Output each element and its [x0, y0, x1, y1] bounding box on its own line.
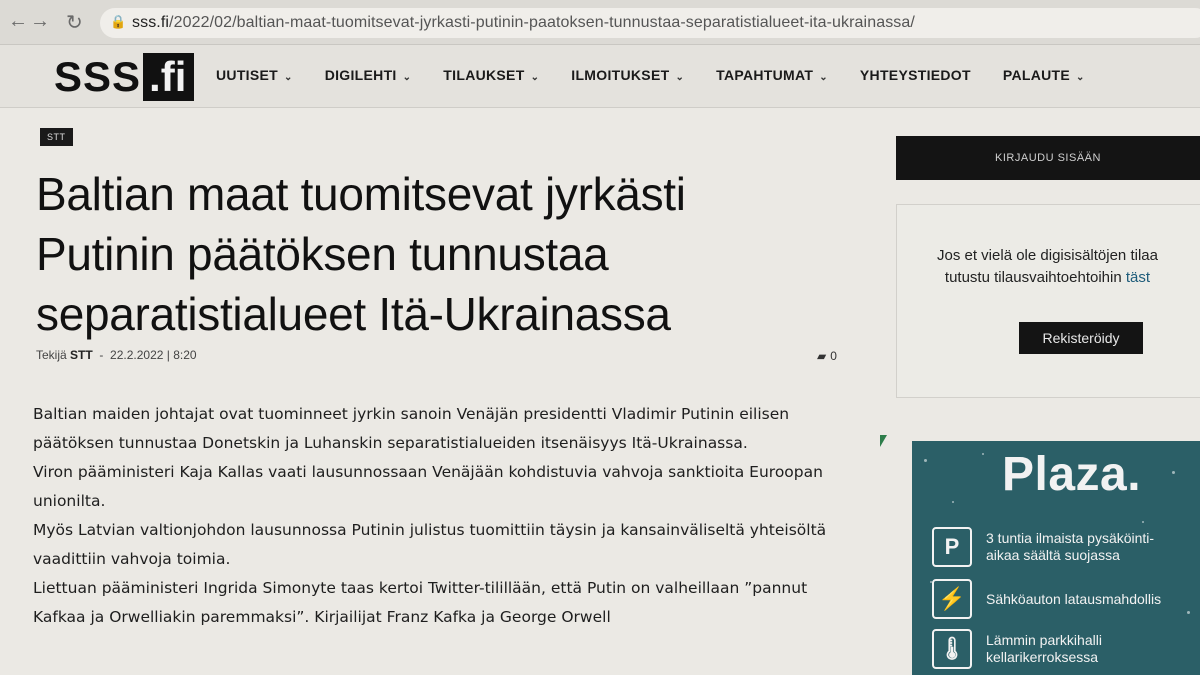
ad-feature-text: Lämmin parkkihalli kellarikerroksessa	[986, 632, 1102, 666]
chevron-down-icon: ⌄	[1076, 72, 1085, 83]
menu-item-label: TAPAHTUMAT	[716, 67, 814, 83]
publish-time: 8:20	[173, 348, 197, 362]
menu-item-label: YHTEYSTIEDOT	[859, 67, 971, 83]
chevron-down-icon: ⌄	[284, 72, 293, 83]
ad-feature-line: Lämmin parkkihalli	[986, 632, 1102, 648]
register-button[interactable]: Rekisteröidy	[1019, 322, 1143, 354]
thermometer-icon: 🌡	[932, 629, 972, 669]
category-badge[interactable]: STT	[40, 128, 73, 146]
menu-item-label: TILAUKSET	[443, 67, 525, 83]
back-arrow-icon[interactable]: ←	[8, 10, 28, 33]
author-link[interactable]: STT	[70, 348, 93, 362]
comment-icon: ▰	[817, 349, 827, 363]
url-text[interactable]: sss.fi/2022/02/baltian-maat-tuomitsevat-…	[132, 14, 915, 32]
snowflake	[982, 453, 984, 455]
ad-feature-line: aikaa säältä suojassa	[986, 547, 1120, 563]
article-paragraph: Baltian maiden johtajat ovat tuominneet …	[33, 405, 790, 452]
ad-feature-text: Sähköauton latausmahdollis	[986, 591, 1161, 608]
article-body: Baltian maiden johtajat ovat tuominneet …	[33, 400, 853, 632]
forward-arrow-icon[interactable]: →	[30, 10, 50, 33]
snowflake	[1142, 521, 1144, 523]
byline-prefix: Tekijä	[36, 348, 67, 362]
menu-item-label: DIGILEHTI	[324, 67, 397, 83]
site-logo[interactable]: SSS .fi	[54, 53, 195, 101]
headline-line: separatistialueet Itä-Ukrainassa	[36, 288, 671, 340]
main-menu: UUTISET ⌄ DIGILEHTI ⌄ TILAUKSET ⌄ ILMOITUKS…	[216, 67, 1117, 83]
menu-item-tilaukset[interactable]: TILAUKSET ⌄	[443, 67, 539, 83]
byline: Tekijä STT - 22.2.2022 | 8:20	[36, 348, 197, 362]
parking-icon: P	[932, 527, 972, 567]
article-paragraph: Liettuan pääministeri Ingrida Simonyte t…	[33, 579, 808, 626]
subscription-text: Jos et vielä ole digisisältöjen tilaa tu…	[937, 245, 1158, 289]
ad-feature-line: 3 tuntia ilmaista pysäköinti-	[986, 530, 1155, 546]
site-header: SSS .fi UUTISET ⌄ DIGILEHTI ⌄ TILAUKSET ⌄ IL…	[0, 45, 1200, 108]
chevron-down-icon: ⌄	[402, 72, 412, 83]
ad-feature: 🌡 Lämmin parkkihalli kellarikerroksessa	[932, 629, 1102, 669]
menu-item-label: PALAUTE	[1002, 67, 1071, 83]
comments-link[interactable]: ▰ 0	[817, 349, 837, 363]
snowflake	[1187, 611, 1190, 614]
article-paragraph: Viron pääministeri Kaja Kallas vaati lau…	[33, 463, 823, 510]
subscription-line: tutustu tilausvaihtoehtoihin	[944, 269, 1126, 286]
ad-feature: ⚡ Sähköauton latausmahdollis	[932, 579, 1161, 619]
menu-item-tapahtumat[interactable]: TAPAHTUMAT ⌄	[716, 67, 828, 83]
menu-item-yhteystiedot[interactable]: YHTEYSTIEDOT	[860, 67, 971, 83]
chevron-down-icon: ⌄	[675, 72, 685, 83]
plaza-ad-banner[interactable]: Plaza. P 3 tuntia ilmaista pysäköinti- a…	[912, 441, 1200, 675]
article-paragraph: Myös Latvian valtionjohdon lausunnossa P…	[33, 521, 827, 568]
headline-line: Baltian maat tuomitsevat jyrkästi	[36, 168, 686, 220]
ev-charging-icon: ⚡	[932, 579, 972, 619]
page-content: STT Baltian maat tuomitsevat jyrkästi Pu…	[0, 108, 1200, 675]
menu-item-label: UUTISET	[216, 67, 278, 83]
ad-feature: P 3 tuntia ilmaista pysäköinti- aikaa sä…	[932, 527, 1154, 567]
logo-suffix: .fi	[143, 53, 195, 101]
address-bar[interactable]: 🔒 sss.fi/2022/02/baltian-maat-tuomitseva…	[100, 8, 1200, 38]
lock-icon: 🔒	[110, 14, 127, 29]
chevron-down-icon: ⌄	[819, 72, 828, 83]
url-path: /2022/02/baltian-maat-tuomitsevat-jyrkas…	[169, 14, 915, 31]
snowflake	[952, 501, 954, 503]
ad-brand: Plaza.	[1002, 448, 1142, 501]
comment-count: 0	[830, 349, 837, 363]
ad-feature-line: kellarikerroksessa	[986, 649, 1099, 665]
subscription-link[interactable]: täst	[1126, 269, 1150, 286]
subscription-box: Jos et vielä ole digisisältöjen tilaa tu…	[896, 204, 1200, 398]
ad-feature-text: 3 tuntia ilmaista pysäköinti- aikaa sääl…	[986, 530, 1154, 564]
menu-item-digilehti[interactable]: DIGILEHTI ⌄	[325, 67, 412, 83]
snowflake	[924, 459, 927, 462]
snowflake	[1172, 471, 1175, 474]
article-headline: Baltian maat tuomitsevat jyrkästi Putini…	[36, 164, 816, 344]
mouse-cursor-icon	[880, 435, 887, 447]
url-host: sss.fi	[132, 14, 170, 31]
subscription-line: Jos et vielä ole digisisältöjen tilaa	[937, 247, 1158, 264]
publish-date: 22.2.2022	[110, 348, 164, 362]
menu-item-uutiset[interactable]: UUTISET ⌄	[216, 67, 293, 83]
browser-toolbar: ← → ↻ 🔒 sss.fi/2022/02/baltian-maat-tuom…	[0, 0, 1200, 45]
headline-line: Putinin päätöksen tunnustaa	[36, 228, 609, 280]
chevron-down-icon: ⌄	[530, 72, 540, 83]
menu-item-ilmoitukset[interactable]: ILMOITUKSET ⌄	[571, 67, 684, 83]
logo-text: SSS	[54, 53, 142, 100]
menu-item-label: ILMOITUKSET	[571, 67, 670, 83]
ad-feature-line: Sähköauton latausmahdollis	[986, 590, 1162, 607]
login-button[interactable]: KIRJAUDU SISÄÄN	[896, 136, 1200, 180]
menu-item-palaute[interactable]: PALAUTE ⌄	[1003, 67, 1085, 83]
reload-icon[interactable]: ↻	[66, 10, 83, 35]
